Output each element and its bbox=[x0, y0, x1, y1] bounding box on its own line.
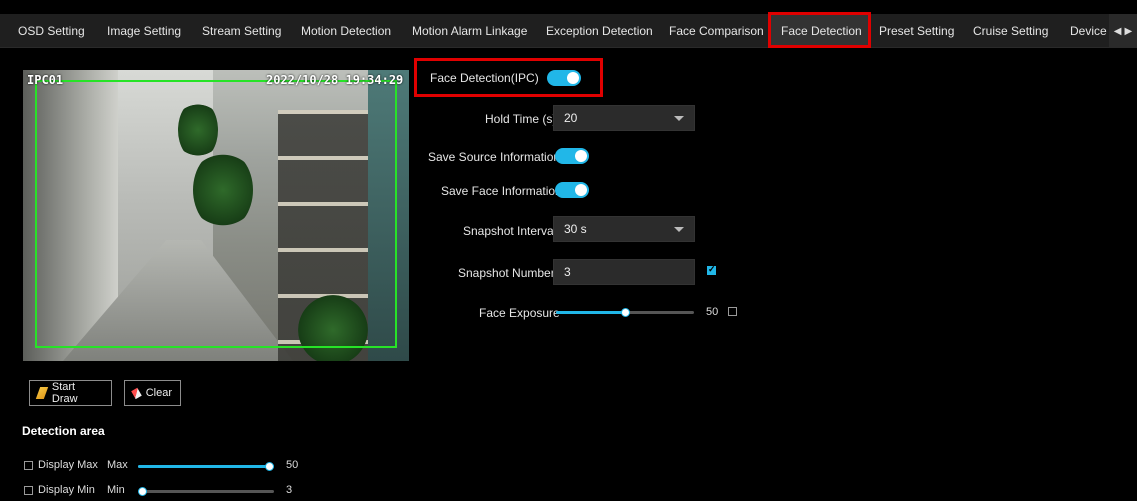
tab-osd-setting[interactable]: OSD Setting bbox=[18, 14, 85, 48]
snapshot-number-checkbox[interactable] bbox=[707, 264, 716, 275]
save-source-label: Save Source Information bbox=[428, 150, 561, 164]
camera-name: IPC01 bbox=[27, 73, 64, 87]
tab-motion-detection[interactable]: Motion Detection bbox=[301, 14, 391, 48]
face-detection-label: Face Detection(IPC) bbox=[430, 71, 539, 85]
pencil-icon bbox=[35, 387, 49, 399]
min-slider[interactable] bbox=[138, 487, 274, 496]
face-exposure-slider[interactable] bbox=[556, 308, 694, 317]
chevron-right-icon[interactable]: ▶ bbox=[1125, 26, 1133, 37]
display-min-label: Display Min bbox=[38, 484, 95, 496]
snapshot-interval-select[interactable]: 30 s bbox=[553, 216, 695, 242]
face-exposure-value: 50 bbox=[706, 306, 719, 318]
face-exposure-checkbox[interactable] bbox=[728, 307, 737, 316]
chevron-down-icon bbox=[674, 227, 684, 232]
face-detection-toggle[interactable] bbox=[547, 70, 581, 86]
max-value: 50 bbox=[286, 459, 299, 471]
hold-time-select[interactable]: 20 bbox=[553, 105, 695, 131]
tab-face-detection[interactable]: Face Detection bbox=[771, 14, 868, 48]
max-slider[interactable] bbox=[138, 462, 274, 471]
face-exposure-slider-thumb[interactable] bbox=[621, 308, 630, 317]
display-max-label: Display Max bbox=[38, 459, 98, 471]
hold-time-label: Hold Time (s) bbox=[485, 112, 557, 126]
snapshot-interval-label: Snapshot Interval bbox=[463, 224, 557, 238]
detection-area-title: Detection area bbox=[22, 424, 105, 438]
min-label: Min bbox=[107, 484, 125, 496]
max-label: Max bbox=[107, 459, 128, 471]
min-value: 3 bbox=[286, 484, 293, 496]
tab-preset-setting[interactable]: Preset Setting bbox=[879, 14, 954, 48]
chevron-down-icon bbox=[674, 116, 684, 121]
eraser-icon bbox=[131, 387, 142, 399]
camera-timestamp: 2022/10/28 19:34:29 bbox=[266, 73, 404, 87]
chevron-left-icon[interactable]: ◀ bbox=[1114, 26, 1122, 37]
display-max-checkbox[interactable] bbox=[24, 461, 33, 470]
tab-scroll-arrows[interactable]: ◀ ▶ bbox=[1109, 14, 1137, 48]
tab-face-comparison[interactable]: Face Comparison bbox=[669, 14, 764, 48]
snapshot-number-input[interactable]: 3 bbox=[553, 259, 695, 285]
tab-device-l[interactable]: Device L bbox=[1070, 14, 1110, 48]
display-min-checkbox[interactable] bbox=[24, 486, 33, 495]
max-slider-thumb[interactable] bbox=[265, 462, 274, 471]
tab-stream-setting[interactable]: Stream Setting bbox=[202, 14, 281, 48]
tab-exception-detection[interactable]: Exception Detection bbox=[546, 14, 653, 48]
clear-button[interactable]: Clear bbox=[124, 380, 181, 406]
tab-bar: OSD Setting Image Setting Stream Setting… bbox=[0, 14, 1137, 48]
snapshot-number-label: Snapshot Number bbox=[458, 266, 555, 280]
face-exposure-label: Face Exposure bbox=[479, 306, 560, 320]
save-face-toggle[interactable] bbox=[555, 182, 589, 198]
tab-image-setting[interactable]: Image Setting bbox=[107, 14, 181, 48]
tab-cruise-setting[interactable]: Cruise Setting bbox=[973, 14, 1048, 48]
min-slider-thumb[interactable] bbox=[138, 487, 147, 496]
save-source-toggle[interactable] bbox=[555, 148, 589, 164]
camera-preview[interactable] bbox=[23, 70, 409, 361]
start-draw-button[interactable]: Start Draw bbox=[29, 380, 112, 406]
tab-motion-alarm-linkage[interactable]: Motion Alarm Linkage bbox=[412, 14, 527, 48]
save-face-label: Save Face Information bbox=[441, 184, 562, 198]
